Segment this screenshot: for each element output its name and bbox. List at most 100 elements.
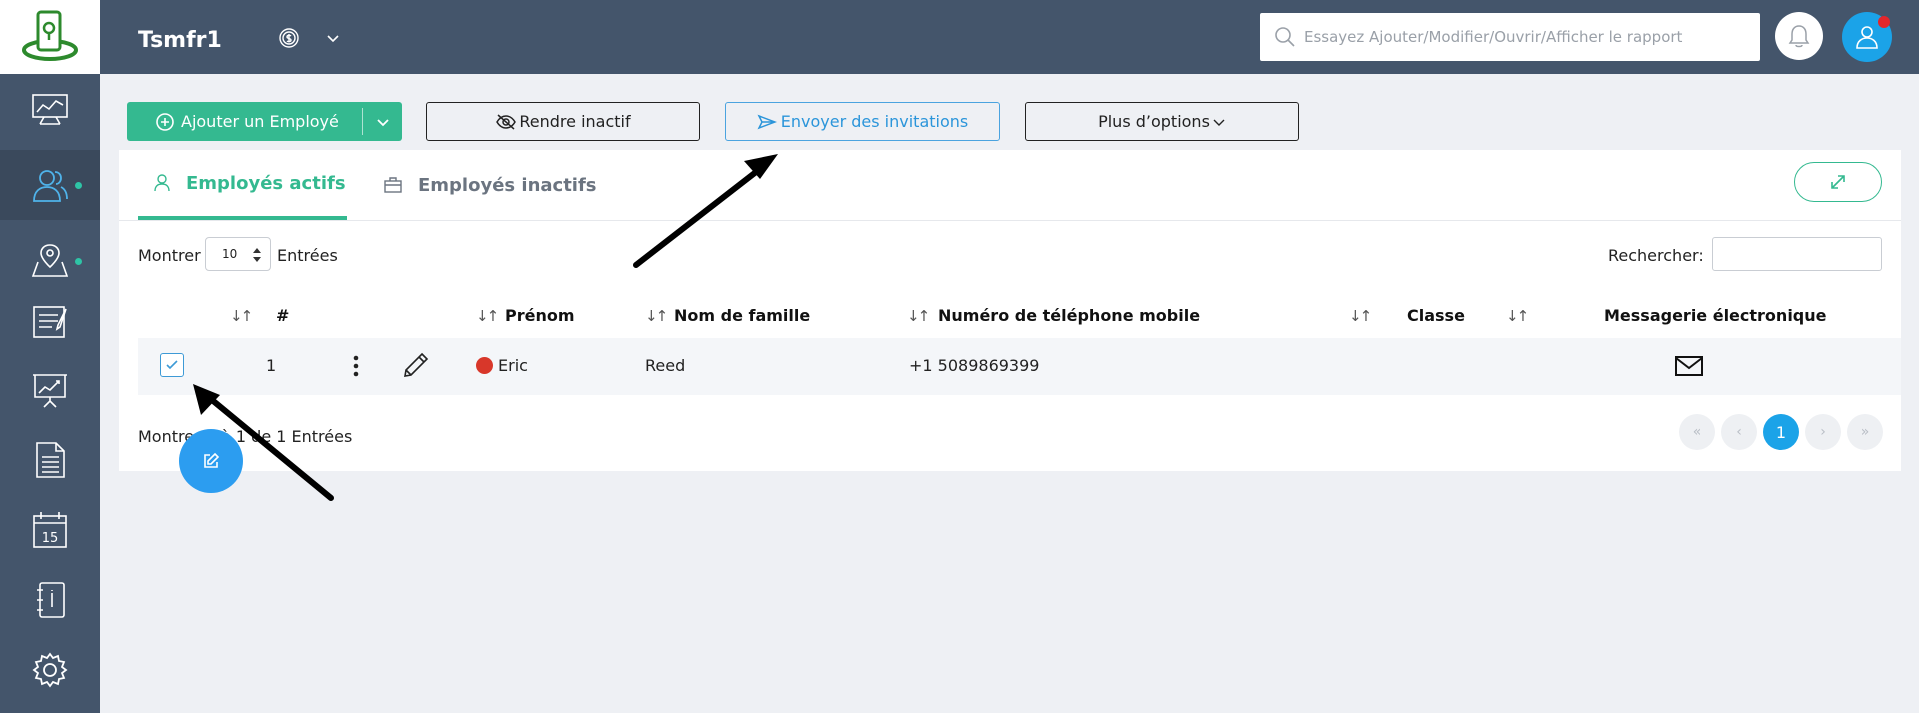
more-options-button[interactable]: Plus d’options <box>1025 102 1299 141</box>
expand-button[interactable] <box>1794 162 1882 202</box>
notification-dot <box>75 182 82 189</box>
header-last-name[interactable]: Nom de famille <box>674 306 810 325</box>
tab-inactive-label: Employés inactifs <box>418 174 597 196</box>
global-search-input[interactable] <box>1304 28 1744 46</box>
add-employee-label: Ajouter un Employé <box>181 112 339 131</box>
table-search-input[interactable] <box>1712 237 1882 271</box>
document-icon <box>36 442 65 478</box>
header-email[interactable]: Messagerie électronique <box>1604 306 1827 325</box>
logo-icon <box>22 10 78 61</box>
edit-square-icon <box>204 452 220 468</box>
global-search[interactable] <box>1260 13 1760 61</box>
deactivate-label: Rendre inactif <box>519 112 631 131</box>
person-icon <box>154 174 170 192</box>
sidebar-item-dashboard[interactable] <box>0 74 100 144</box>
header-class[interactable]: Classe <box>1407 306 1465 325</box>
email-button[interactable] <box>1674 355 1704 381</box>
status-indicator <box>476 357 493 374</box>
sidebar-item-reports[interactable] <box>0 425 100 495</box>
eye-off-icon <box>496 113 517 130</box>
tabs-divider <box>119 220 1901 221</box>
previous-page-button[interactable]: ‹ <box>1721 414 1757 450</box>
sort-icon[interactable]: ↓↑ <box>645 307 668 325</box>
page-button-current[interactable]: 1 <box>1763 414 1799 450</box>
search-icon <box>1275 27 1295 47</box>
row-mobile: +1 5089869399 <box>909 356 1040 375</box>
header-number[interactable]: # <box>276 306 289 325</box>
checkmark-icon <box>166 360 178 370</box>
double-chevron-left-icon: « <box>1692 424 1702 440</box>
employees-card: Employés actifs Employés inactifs Montre… <box>119 150 1901 471</box>
first-page-button[interactable]: « <box>1679 414 1715 450</box>
svg-text:15: 15 <box>42 531 59 546</box>
contacts-book-icon <box>37 582 65 618</box>
sidebar-item-calendar[interactable]: 15 <box>0 495 100 565</box>
double-chevron-right-icon: » <box>1860 424 1870 440</box>
deactivate-button[interactable]: Rendre inactif <box>426 102 700 141</box>
clipboard-icon <box>33 306 67 338</box>
row-first-name: Eric <box>498 356 528 375</box>
user-icon <box>1856 26 1878 49</box>
sidebar-item-clipboard[interactable] <box>0 285 100 355</box>
row-actions-menu[interactable] <box>349 353 363 383</box>
user-avatar-button[interactable] <box>1842 12 1892 62</box>
send-invitations-button[interactable]: Envoyer des invitations <box>725 102 1000 141</box>
map-location-icon <box>31 244 69 277</box>
dashboard-icon <box>32 94 68 125</box>
more-options-label: Plus d’options <box>1098 112 1210 131</box>
sidebar-item-presentation[interactable] <box>0 355 100 425</box>
chevron-left-icon: ‹ <box>1736 424 1742 440</box>
notification-dot <box>75 258 82 265</box>
add-employee-button-group: Ajouter un Employé <box>127 102 402 141</box>
calendar-icon: 15 <box>33 512 67 548</box>
last-page-button[interactable]: » <box>1847 414 1883 450</box>
sidebar-item-contacts[interactable] <box>0 565 100 635</box>
sort-icon[interactable]: ↓↑ <box>1349 307 1372 325</box>
bell-icon <box>1788 25 1810 48</box>
kebab-menu-icon <box>353 355 359 377</box>
sidebar: 15 <box>0 0 100 713</box>
top-bar: Tsmfr1 <box>100 0 1919 74</box>
presentation-chart-icon <box>33 374 67 408</box>
next-page-button[interactable]: › <box>1805 414 1841 450</box>
chevron-down-icon[interactable] <box>326 30 340 49</box>
tab-active-label: Employés actifs <box>186 172 346 194</box>
row-checkbox[interactable] <box>160 353 184 377</box>
app-logo[interactable] <box>0 0 100 74</box>
header-first-name[interactable]: Prénom <box>505 306 575 325</box>
floating-edit-button[interactable] <box>179 429 243 493</box>
chevron-down-icon <box>376 118 389 126</box>
tab-active-employees[interactable]: Employés actifs <box>138 150 347 220</box>
chevron-down-icon <box>1213 119 1225 126</box>
row-number: 1 <box>266 356 277 375</box>
tab-inactive-employees[interactable]: Employés inactifs <box>384 150 597 220</box>
entries-label: Entrées <box>277 246 338 265</box>
sort-icon[interactable]: ↓↑ <box>907 307 930 325</box>
sidebar-item-settings[interactable] <box>0 635 100 705</box>
table-search-label: Rechercher: <box>1608 246 1704 265</box>
sort-icon[interactable]: ↓↑ <box>230 307 253 325</box>
table-info: Montrer 1 à 1 de 1 Entrées <box>138 427 353 446</box>
edit-row-button[interactable] <box>402 351 430 383</box>
page-size-select[interactable]: 10 <box>205 237 271 271</box>
pencil-icon <box>404 352 429 377</box>
sidebar-item-employees[interactable] <box>0 150 100 220</box>
app-title: Tsmfr1 <box>138 28 222 53</box>
envelope-icon <box>1675 356 1703 376</box>
spinner-arrows-icon <box>253 248 261 262</box>
header-mobile[interactable]: Numéro de téléphone mobile <box>938 306 1200 325</box>
add-employee-button[interactable]: Ajouter un Employé <box>127 102 362 141</box>
send-icon <box>757 114 777 129</box>
notifications-button[interactable] <box>1775 12 1823 60</box>
send-invitations-label: Envoyer des invitations <box>780 112 969 131</box>
currency-icon[interactable] <box>278 27 300 53</box>
settings-gear-icon <box>32 652 68 688</box>
plus-circle-icon <box>156 112 174 131</box>
briefcase-icon <box>384 177 402 193</box>
show-label: Montrer <box>138 246 201 265</box>
sort-icon[interactable]: ↓↑ <box>476 307 499 325</box>
add-employee-dropdown-toggle[interactable] <box>363 102 402 141</box>
sort-icon[interactable]: ↓↑ <box>1506 307 1529 325</box>
expand-icon <box>1831 175 1845 189</box>
employees-icon <box>33 170 68 202</box>
